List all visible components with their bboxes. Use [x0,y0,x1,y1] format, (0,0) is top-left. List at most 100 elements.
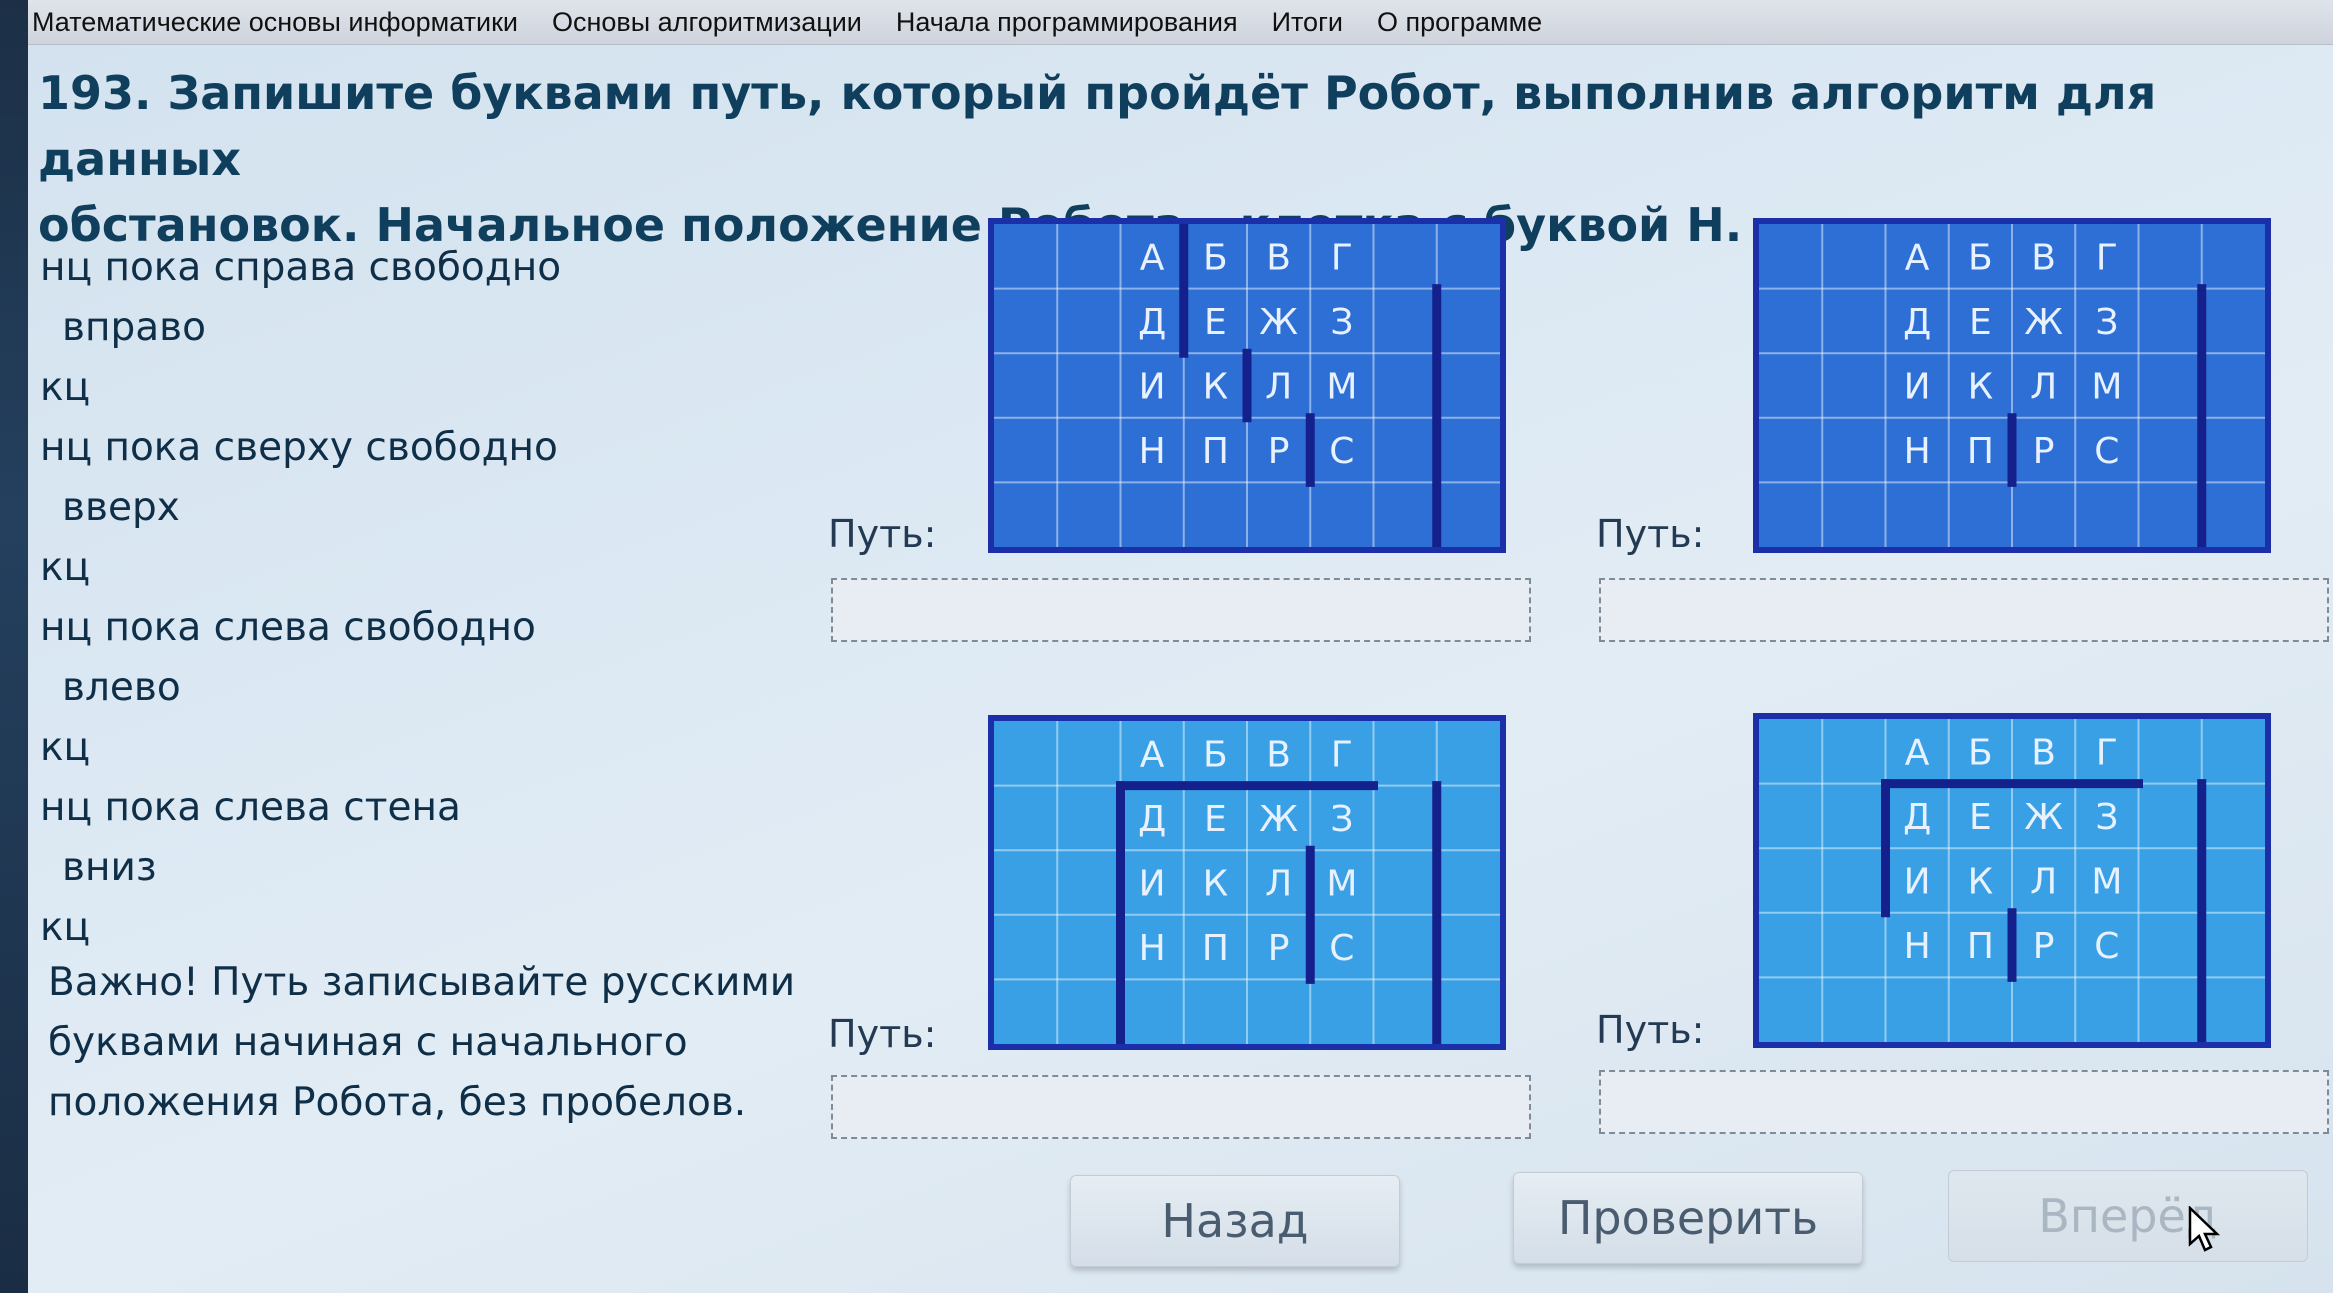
cell-letter: Ж [1259,799,1298,840]
cell-letter: Е [1204,799,1227,840]
cell-letter: Н [1904,926,1931,967]
robot-board-2: АБВГ ДЕЖЗ ИКЛМ НПРС [1753,218,2271,553]
algorithm-line: вниз [62,845,157,890]
cell-letter: Д [1903,302,1931,343]
cell-letter: М [2091,862,2122,903]
cell-letter: Б [1968,732,1993,773]
algorithm-line: кц [40,725,91,770]
cell-letter: К [1968,862,1994,903]
app-window: Математические основы информатики Основы… [28,0,2333,1293]
cell-letter: Р [2033,431,2055,472]
cell-letter: П [1202,928,1229,969]
menu-bar: Математические основы информатики Основы… [28,0,2333,45]
cell-letter: П [1967,926,1994,967]
path-input-2[interactable] [1599,578,2329,642]
cell-letter: Д [1903,797,1931,838]
algorithm-line: влево [62,665,181,710]
cell-letter: Л [2030,862,2057,903]
cell-letter: Г [1331,734,1353,775]
mouse-cursor-icon [2188,1206,2221,1252]
cell-letter: Г [2096,732,2118,773]
cell-letter: Н [1139,431,1166,472]
menu-item-results[interactable]: Итоги [1272,7,1343,38]
cell-letter: Л [1265,864,1292,905]
path-label-4: Путь: [1596,1008,1705,1052]
algorithm-line: вправо [62,305,206,350]
cell-letter: П [1202,431,1229,472]
cell-letter: К [1968,367,1994,408]
cell-letter: М [1326,864,1357,905]
note-line: положения Робота, без пробелов. [48,1080,747,1125]
menu-item-programming[interactable]: Начала программирования [896,7,1238,38]
cell-letter: З [2095,302,2118,343]
cell-letter: Р [1268,928,1290,969]
cell-letter: А [1140,237,1165,278]
cell-letter: В [1266,734,1291,775]
robot-board-3: АБВГ ДЕЖЗ ИКЛМ НПРС [988,715,1506,1050]
menu-item-math[interactable]: Математические основы информатики [32,7,518,38]
cell-letter: Б [1203,734,1228,775]
note-line: буквами начиная с начального [48,1020,688,1065]
algorithm-line: кц [40,545,91,590]
board-2-grid: А Б В Г Д Е Ж З И К Л М Н П Р С [1759,224,2265,547]
cell-letter: Г [1331,237,1353,278]
cell-letter: А [1140,734,1165,775]
cell-letter: А [1905,237,1930,278]
cell-letter: З [1330,302,1353,343]
check-button[interactable]: Проверить [1513,1172,1863,1264]
cell-letter: Н [1139,928,1166,969]
cell-letter: З [2095,797,2118,838]
cell-letter: И [1904,862,1931,903]
algorithm-line: нц пока слева стена [40,785,461,830]
board-3-grid: А Б В Г Д Е Ж З И К Л М Н П Р С [994,721,1500,1044]
algorithm-line: нц пока слева свободно [40,605,536,650]
robot-board-4: АБВГ ДЕЖЗ ИКЛМ НПРС [1753,713,2271,1048]
cell-letter: Б [1203,237,1228,278]
cell-letter: Р [1268,431,1290,472]
cell-letter: А [1905,732,1930,773]
cell-letter: Л [1265,367,1292,408]
cell-letter: Ж [2024,797,2063,838]
cell-letter: Р [2033,926,2055,967]
cell-letter: И [1139,864,1166,905]
cell-letter: Д [1138,302,1166,343]
board-1-grid: А Б В Г Д Е Ж З И К Л М Н П Р С [994,224,1500,547]
task-title-line-1: 193. Запишите буквами путь, который прой… [38,66,2157,186]
cell-letter: С [2094,431,2119,472]
path-label-1: Путь: [828,512,937,556]
algorithm-line: кц [40,905,91,950]
cell-letter: Ж [1259,302,1298,343]
cell-letter: С [1329,431,1354,472]
robot-board-1: АБВГ ДЕЖЗ ИКЛМ НПРС [988,218,1506,553]
algorithm-line: нц пока справа свободно [40,245,562,290]
cell-letter: Е [1969,797,1992,838]
back-button[interactable]: Назад [1070,1175,1400,1267]
path-label-2: Путь: [1596,512,1705,556]
algorithm-line: кц [40,365,91,410]
algorithm-line: нц пока сверху свободно [40,425,558,470]
path-input-3[interactable] [831,1075,1531,1139]
desktop-edge [0,0,28,1293]
cell-letter: М [2091,367,2122,408]
board-4-grid: А Б В Г Д Е Ж З И К Л М Н П Р С [1759,719,2265,1042]
cell-letter: В [1266,237,1291,278]
cell-letter: В [2031,237,2056,278]
cell-letter: П [1967,431,1994,472]
menu-item-algorithms[interactable]: Основы алгоритмизации [552,7,862,38]
cell-letter: Е [1969,302,1992,343]
path-input-1[interactable] [831,578,1531,642]
forward-button[interactable]: Вперёд [1948,1170,2308,1262]
cell-letter: К [1203,367,1229,408]
cell-letter: М [1326,367,1357,408]
algorithm-line: вверх [62,485,180,530]
menu-item-about[interactable]: О программе [1377,7,1542,38]
cell-letter: И [1904,367,1931,408]
cell-letter: Г [2096,237,2118,278]
cell-letter: З [1330,799,1353,840]
cell-letter: Б [1968,237,1993,278]
cell-letter: Н [1904,431,1931,472]
cell-letter: Л [2030,367,2057,408]
note-line: Важно! Путь записывайте русскими [48,960,796,1005]
cell-letter: В [2031,732,2056,773]
path-input-4[interactable] [1599,1070,2329,1134]
